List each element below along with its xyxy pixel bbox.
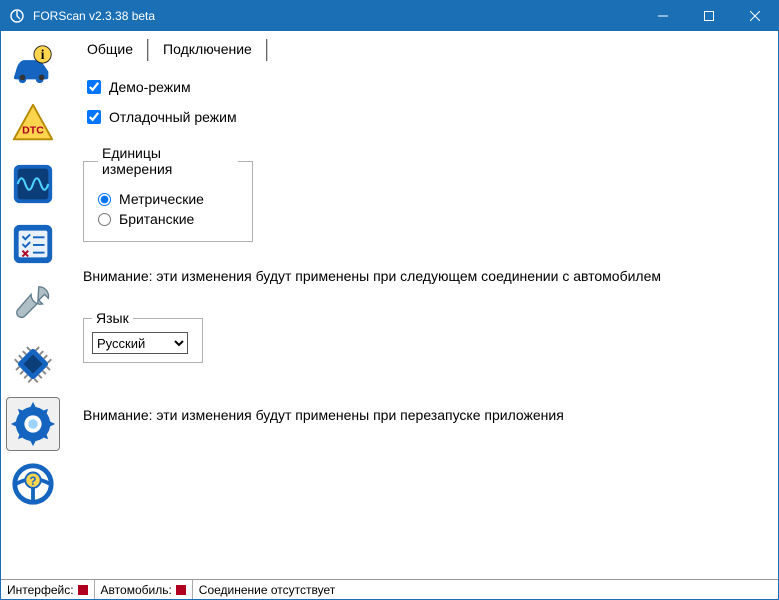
tabs: Общие Подключение — [83, 39, 766, 61]
sidebar-item-tests[interactable] — [6, 217, 60, 271]
wrench-icon — [10, 281, 56, 327]
language-select[interactable]: Русский — [92, 332, 188, 354]
debug-mode-label: Отладочный режим — [109, 109, 237, 125]
car-info-icon: i — [10, 41, 56, 87]
sidebar-item-live-data[interactable] — [6, 157, 60, 211]
steering-wheel-icon: ? — [10, 461, 56, 507]
debug-mode-row[interactable]: Отладочный режим — [87, 109, 766, 125]
close-button[interactable] — [732, 1, 778, 31]
demo-mode-row[interactable]: Демо-режим — [87, 79, 766, 95]
svg-text:DTC: DTC — [22, 125, 44, 137]
units-fieldset: Единицы измерения Метрические Британские — [83, 145, 253, 242]
units-metric-label: Метрические — [119, 191, 204, 207]
sidebar-item-service[interactable] — [6, 277, 60, 331]
status-vehicle: Автомобиль: — [95, 580, 193, 599]
checklist-icon — [10, 221, 56, 267]
sidebar: i DTC — [1, 31, 65, 579]
sidebar-item-dtc[interactable]: DTC — [6, 97, 60, 151]
units-metric-row[interactable]: Метрические — [98, 191, 238, 207]
sidebar-item-settings[interactable] — [6, 397, 60, 451]
svg-text:?: ? — [29, 476, 36, 488]
warning-restart: Внимание: эти изменения будут применены … — [83, 407, 766, 423]
tab-connection[interactable]: Подключение — [159, 39, 256, 61]
units-legend: Единицы измерения — [98, 145, 238, 177]
language-fieldset: Язык Русский — [83, 310, 203, 363]
status-vehicle-indicator — [176, 585, 186, 595]
dtc-warning-icon: DTC — [10, 101, 56, 147]
status-interface: Интерфейс: — [1, 580, 95, 599]
status-interface-label: Интерфейс: — [7, 583, 74, 597]
status-interface-indicator — [78, 585, 88, 595]
sidebar-item-vehicle-info[interactable]: i — [6, 37, 60, 91]
main-panel: Общие Подключение Демо-режим Отладочный … — [65, 31, 778, 579]
tab-divider — [147, 39, 149, 61]
status-vehicle-label: Автомобиль: — [101, 583, 172, 597]
titlebar: FORScan v2.3.38 beta — [1, 1, 778, 31]
status-connection-text: Соединение отсутствует — [199, 583, 335, 597]
window-title: FORScan v2.3.38 beta — [33, 9, 640, 23]
sidebar-item-help[interactable]: ? — [6, 457, 60, 511]
tab-divider — [266, 39, 268, 61]
warning-connection: Внимание: эти изменения будут применены … — [83, 268, 766, 284]
app-icon — [9, 8, 25, 24]
chip-icon — [10, 341, 56, 387]
units-british-row[interactable]: Британские — [98, 211, 238, 227]
client-area: i DTC — [1, 31, 778, 579]
status-connection: Соединение отсутствует — [193, 580, 778, 599]
gear-icon — [10, 401, 56, 447]
demo-mode-checkbox[interactable] — [87, 80, 101, 94]
window-controls — [640, 1, 778, 31]
minimize-button[interactable] — [640, 1, 686, 31]
svg-text:i: i — [41, 47, 45, 62]
units-british-label: Британские — [119, 211, 194, 227]
demo-mode-label: Демо-режим — [109, 79, 191, 95]
units-british-radio[interactable] — [98, 213, 111, 226]
statusbar: Интерфейс: Автомобиль: Соединение отсутс… — [1, 579, 778, 599]
maximize-button[interactable] — [686, 1, 732, 31]
oscilloscope-icon — [10, 161, 56, 207]
language-legend: Язык — [92, 310, 133, 326]
sidebar-item-config[interactable] — [6, 337, 60, 391]
debug-mode-checkbox[interactable] — [87, 110, 101, 124]
window: FORScan v2.3.38 beta i — [0, 0, 779, 600]
tab-general[interactable]: Общие — [83, 39, 137, 61]
units-metric-radio[interactable] — [98, 193, 111, 206]
